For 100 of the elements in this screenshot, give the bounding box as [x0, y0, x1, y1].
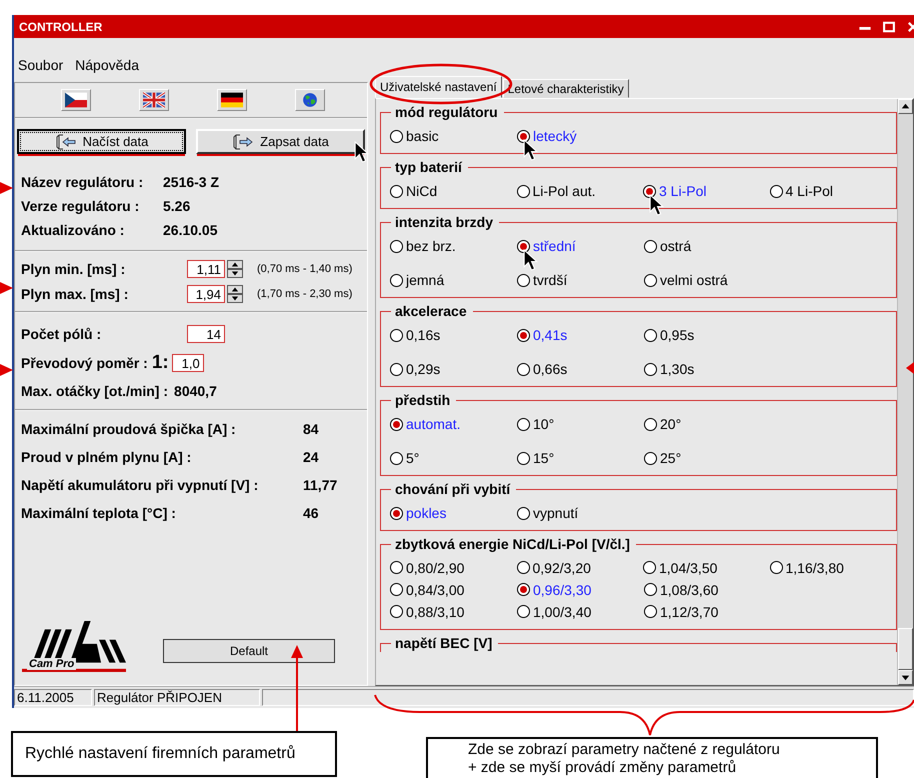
option-label[interactable]: pokles	[406, 505, 446, 521]
info-label: Max. otáčky [ot./min] :	[21, 383, 168, 399]
radio-button[interactable]	[390, 240, 403, 252]
option-label[interactable]: basic	[406, 128, 439, 144]
radio-button[interactable]	[517, 418, 530, 430]
radio-button[interactable]	[390, 130, 403, 142]
language-button[interactable]	[139, 89, 169, 111]
scrollbar[interactable]	[897, 99, 913, 685]
radio-button[interactable]	[644, 274, 657, 286]
language-button[interactable]	[217, 89, 247, 111]
maximize-icon[interactable]	[882, 20, 896, 34]
radio-button[interactable]	[516, 184, 530, 198]
option-label[interactable]: 1,30s	[660, 361, 694, 377]
radio-button[interactable]	[517, 240, 530, 252]
radio-button[interactable]	[517, 328, 530, 342]
info-label: Napětí akumulátoru při vypnutí [V] :	[21, 477, 260, 493]
radio-button[interactable]	[517, 274, 530, 286]
radio-button[interactable]	[516, 561, 530, 574]
option-label[interactable]: jemná	[406, 272, 444, 288]
option-label[interactable]: 0,84/3,00	[406, 582, 464, 598]
radio-button[interactable]	[644, 452, 657, 464]
radio-button[interactable]	[390, 184, 403, 198]
option-label[interactable]: 1,12/3,70	[660, 604, 718, 620]
number-field[interactable]: 1,11	[187, 260, 225, 278]
option-label[interactable]: tvrdší	[533, 272, 568, 288]
option-label[interactable]: 0,95s	[660, 327, 694, 343]
ratio-prefix: 1:	[152, 352, 169, 374]
radio-button[interactable]	[644, 362, 657, 376]
info-value: 5.26	[163, 198, 190, 214]
radio-button[interactable]	[644, 328, 657, 342]
radio-button[interactable]	[643, 561, 656, 574]
scroll-up-icon[interactable]	[898, 99, 913, 114]
option-label[interactable]: NiCd	[406, 183, 438, 199]
option-label[interactable]: letecký	[533, 128, 577, 144]
radio-button[interactable]	[390, 506, 403, 520]
option-label[interactable]: 0,29s	[406, 361, 440, 377]
language-button[interactable]	[61, 89, 91, 111]
option-label[interactable]: vypnutí	[533, 505, 578, 521]
radio-button[interactable]	[517, 605, 530, 618]
option-label[interactable]: 4 Li-Pol	[786, 183, 833, 199]
option-label[interactable]: střední	[533, 238, 576, 254]
option-label[interactable]: 0,66s	[533, 361, 568, 377]
option-label[interactable]: 3 Li-Pol	[659, 183, 706, 199]
option-label[interactable]: 0,92/3,20	[532, 560, 591, 576]
option-label[interactable]: 0,88/3,10	[406, 604, 464, 620]
default-button[interactable]: Default	[163, 639, 335, 663]
option-label[interactable]: 1,08/3,60	[660, 582, 718, 598]
option-label[interactable]: 10°	[533, 416, 554, 432]
option-label[interactable]: 15°	[533, 450, 554, 466]
menu-item[interactable]: Nápověda	[75, 57, 139, 73]
radio-button[interactable]	[390, 583, 403, 596]
option-label[interactable]: 0,41s	[533, 327, 568, 343]
radio-button[interactable]	[517, 583, 530, 596]
scroll-thumb[interactable]	[898, 628, 913, 670]
option-label[interactable]: bez brz.	[406, 238, 456, 254]
option-label[interactable]: 1,00/3,40	[533, 604, 592, 620]
data-button[interactable]: Načíst data	[17, 129, 186, 154]
option-label[interactable]: 0,96/3,30	[533, 582, 592, 598]
radio-button[interactable]	[390, 561, 403, 574]
radio-button[interactable]	[390, 452, 403, 464]
radio-button[interactable]	[770, 184, 782, 198]
radio-button[interactable]	[517, 452, 530, 464]
annotation-arrow	[0, 182, 13, 194]
radio-button[interactable]	[517, 506, 530, 520]
info-label: Maximální proudová špička [A] :	[21, 421, 237, 437]
option-label[interactable]: velmi ostrá	[660, 272, 728, 288]
option-label[interactable]: 25°	[660, 450, 682, 466]
menu-item[interactable]: Soubor	[18, 57, 64, 73]
option-label[interactable]: 1,16/3,80	[786, 560, 844, 576]
radio-button[interactable]	[770, 561, 782, 574]
option-label[interactable]: 0,16s	[406, 327, 440, 343]
language-button[interactable]	[295, 89, 325, 111]
radio-button[interactable]	[644, 605, 657, 618]
spin-buttons[interactable]	[227, 260, 243, 278]
radio-button[interactable]	[517, 362, 530, 376]
number-field[interactable]: 1,94	[187, 285, 225, 303]
option-label[interactable]: 20°	[660, 416, 682, 432]
option-label[interactable]: 5°	[406, 450, 420, 466]
radio-button[interactable]	[644, 583, 657, 596]
number-field[interactable]: 1,0	[172, 354, 204, 372]
option-label[interactable]: automat.	[406, 416, 460, 432]
radio-button[interactable]	[390, 418, 403, 430]
radio-button[interactable]	[644, 418, 657, 430]
radio-button[interactable]	[390, 362, 403, 376]
radio-button[interactable]	[390, 274, 403, 286]
option-label[interactable]: 1,04/3,50	[659, 560, 718, 576]
option-label[interactable]: 0,80/2,90	[406, 560, 464, 576]
option-label[interactable]: Li-Pol aut.	[532, 183, 596, 199]
tab[interactable]: Uživatelské nastavení	[375, 76, 502, 98]
scroll-down-icon[interactable]	[898, 670, 913, 685]
radio-button[interactable]	[390, 605, 403, 618]
radio-button[interactable]	[644, 240, 657, 252]
radio-button[interactable]	[643, 184, 656, 198]
czech-flag-icon	[65, 92, 87, 108]
radio-button[interactable]	[517, 130, 530, 142]
radio-button[interactable]	[390, 328, 403, 342]
option-label[interactable]: ostrá	[660, 238, 692, 254]
spin-buttons[interactable]	[227, 285, 243, 303]
info-label: Název regulátoru :	[21, 174, 144, 190]
number-field[interactable]: 14	[187, 325, 225, 343]
